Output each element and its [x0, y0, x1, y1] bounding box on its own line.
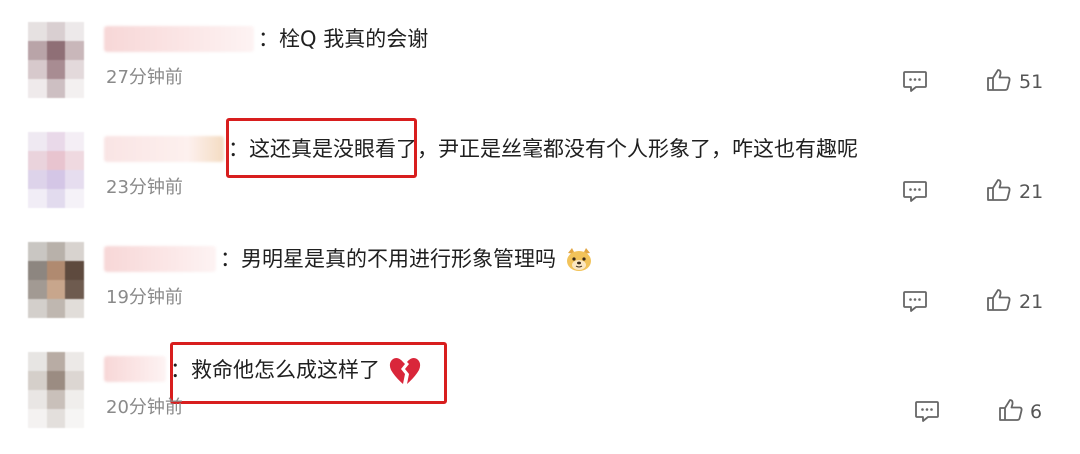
comment-time: 23分钟前 [106, 177, 183, 198]
thumbs-up-icon[interactable] [998, 398, 1024, 422]
comment-bubble-icon[interactable] [902, 180, 928, 202]
comment-time: 27分钟前 [106, 67, 183, 88]
comment-time: 20分钟前 [106, 397, 183, 418]
username-blurred[interactable] [104, 356, 166, 382]
avatar[interactable] [28, 352, 84, 428]
username-blurred[interactable] [104, 246, 216, 272]
comment-bubble-icon[interactable] [914, 400, 940, 422]
thumbs-up-icon[interactable] [986, 178, 1012, 202]
username-blurred[interactable] [104, 136, 224, 162]
like-count[interactable]: 6 [1030, 400, 1042, 424]
avatar[interactable] [28, 132, 84, 208]
comment-text: ：栓Q 我真的会谢 [258, 27, 429, 51]
avatar[interactable] [28, 22, 84, 98]
comment-item: ：救命他怎么成这样了 20分钟前 6 [0, 334, 1080, 444]
comment-bubble-icon[interactable] [902, 290, 928, 312]
comment-text: ：男明星是真的不用进行形象管理吗 [220, 246, 594, 273]
like-count[interactable]: 21 [1019, 290, 1043, 314]
thumbs-up-icon[interactable] [986, 68, 1012, 92]
comment-item: ：男明星是真的不用进行形象管理吗 19分钟前 21 [0, 224, 1080, 334]
dog-face-emoji-icon [567, 248, 591, 271]
comment-text-content: ：男明星是真的不用进行形象管理吗 [220, 247, 556, 271]
avatar[interactable] [28, 242, 84, 318]
thumbs-up-icon[interactable] [986, 288, 1012, 312]
username-blurred[interactable] [104, 26, 254, 52]
like-count[interactable]: 21 [1019, 180, 1043, 204]
comment-bubble-icon[interactable] [902, 70, 928, 92]
comment-item: ：这还真是没眼看了，尹正是丝毫都没有个人形象了，咋这也有趣呢 23分钟前 21 [0, 114, 1080, 224]
highlight-box [170, 342, 447, 404]
comment-time: 19分钟前 [106, 287, 183, 308]
like-count[interactable]: 51 [1019, 70, 1043, 94]
comment-item: ：栓Q 我真的会谢 27分钟前 51 [0, 4, 1080, 114]
highlight-box [226, 118, 417, 178]
